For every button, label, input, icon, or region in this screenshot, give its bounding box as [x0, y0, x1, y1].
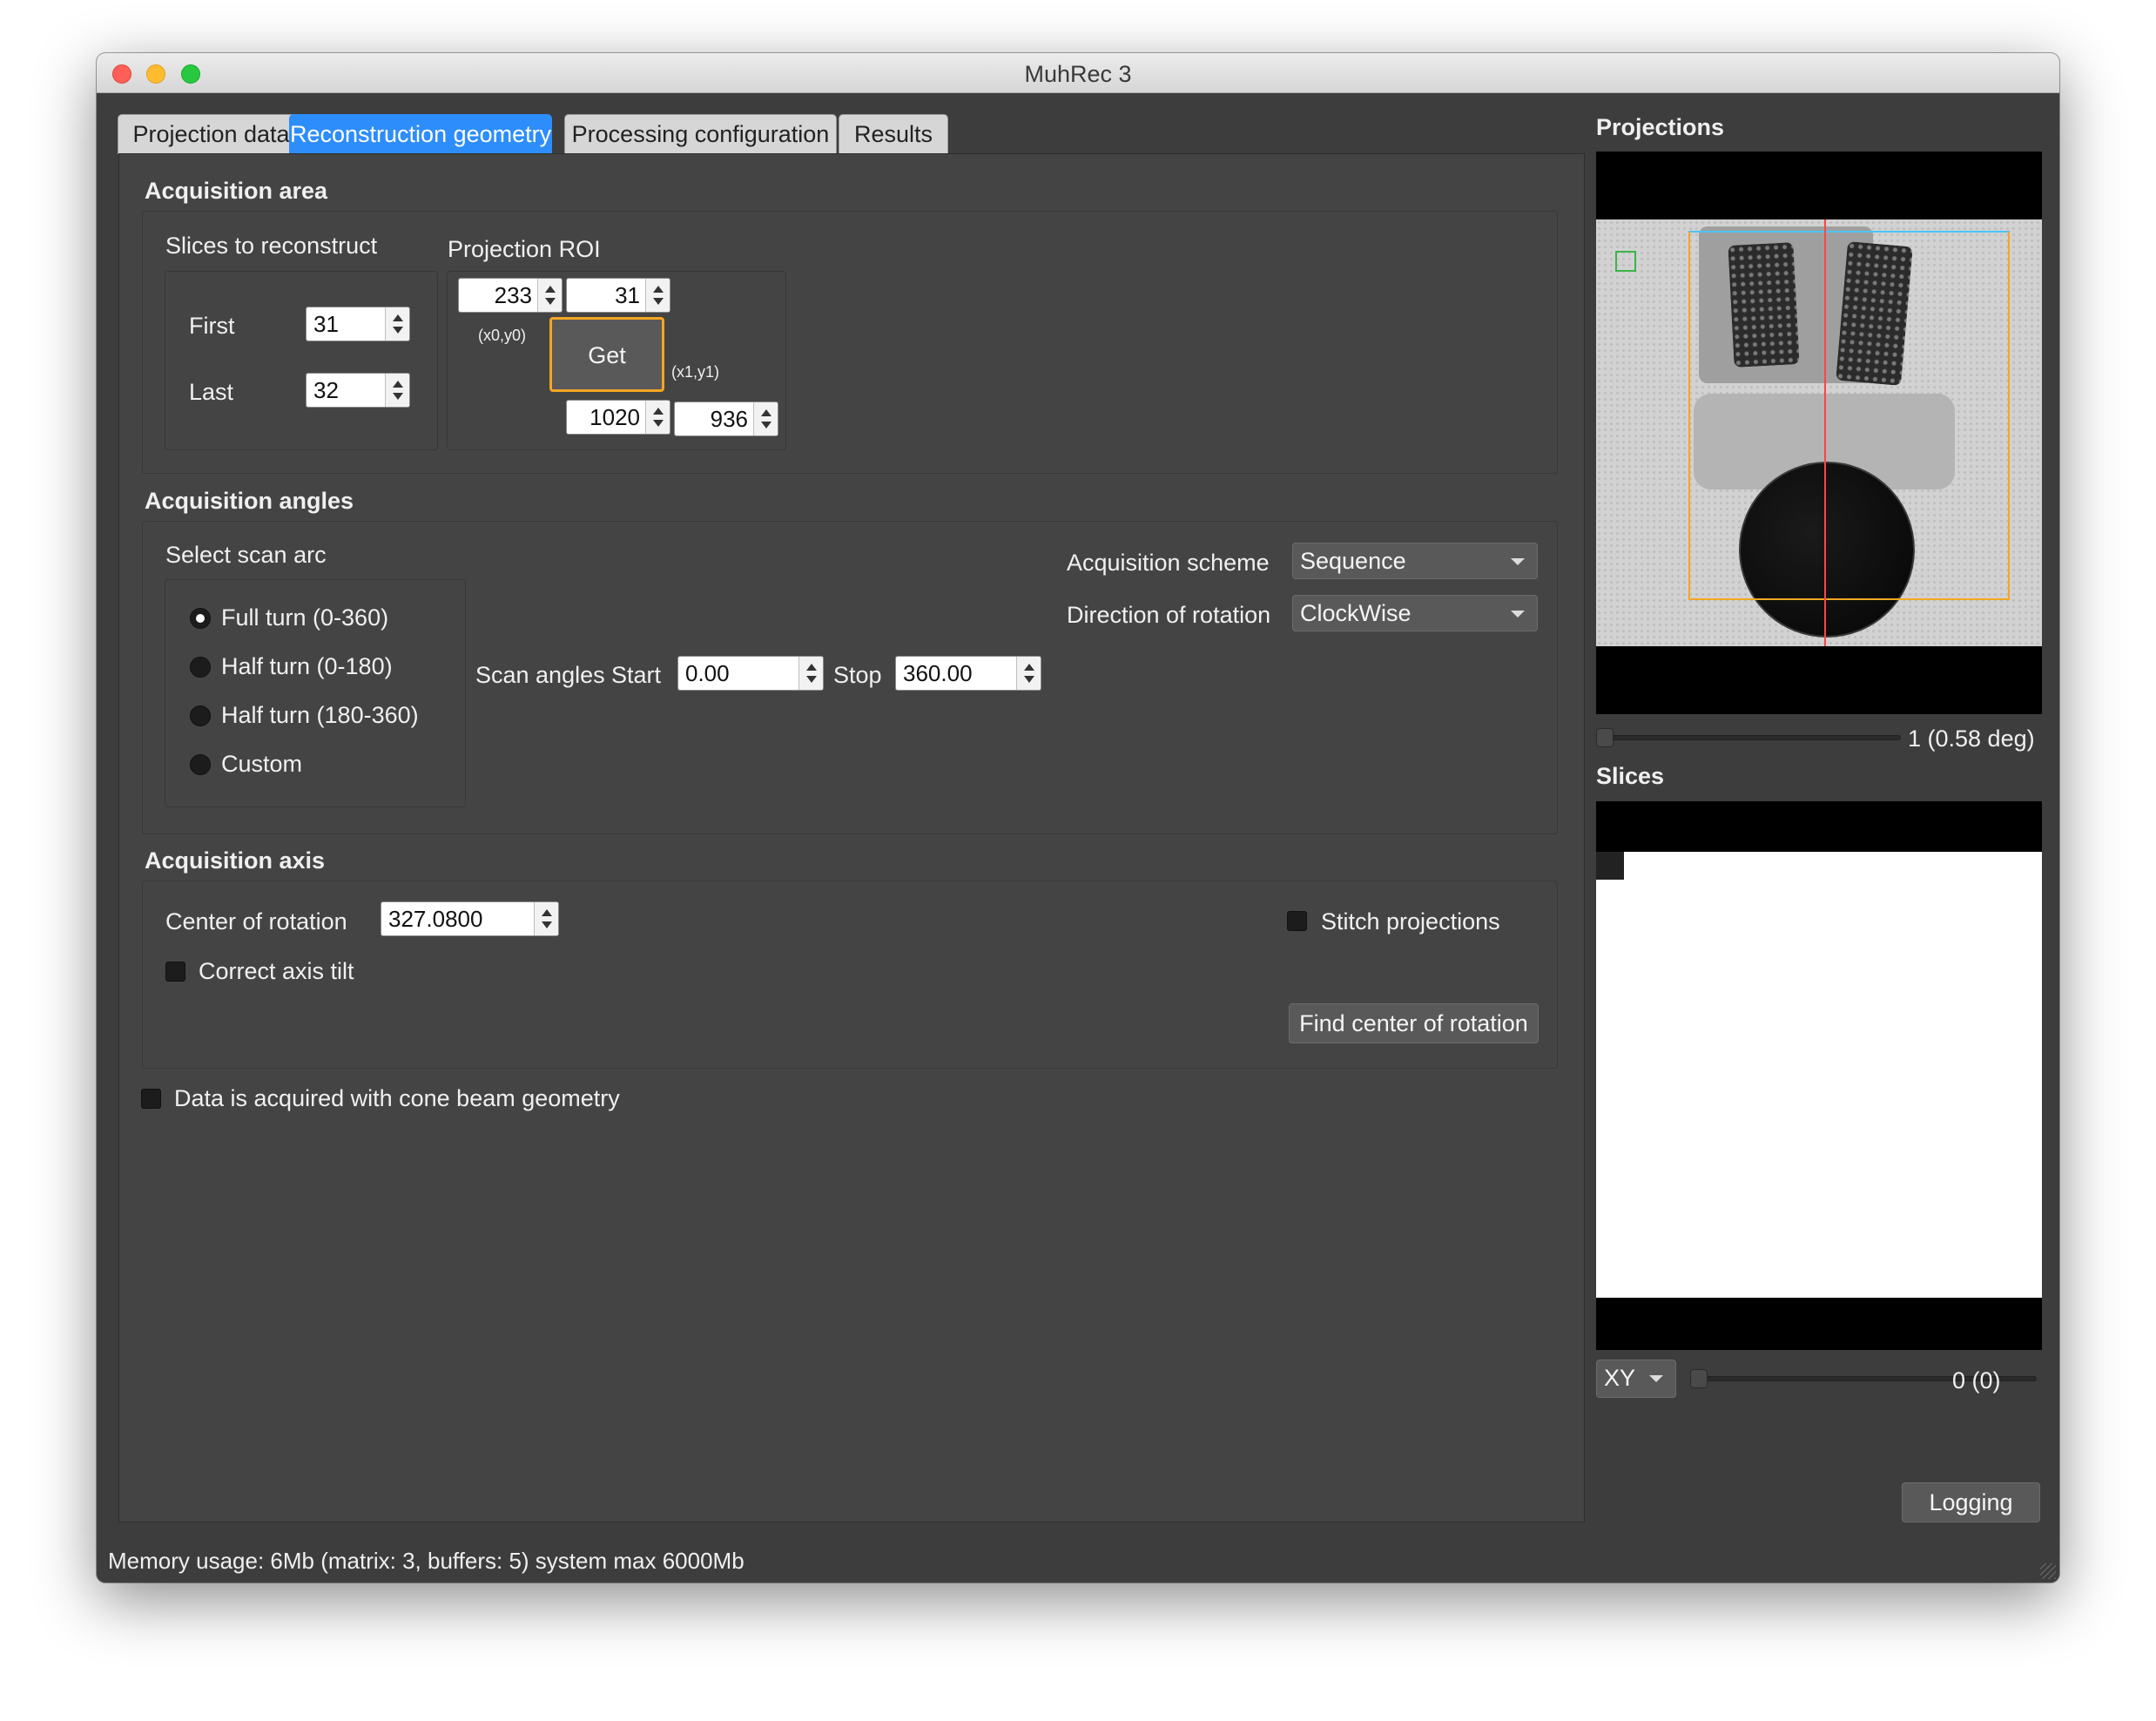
first-slice-input[interactable]: 31	[306, 307, 410, 341]
roi-rectangle	[1688, 231, 2010, 600]
custom-arc-radio[interactable]	[190, 754, 211, 775]
projection-slider-handle[interactable]	[1596, 728, 1614, 747]
last-slice-label: Last	[189, 379, 234, 405]
stop-angle-value: 360.00	[903, 660, 973, 686]
x0y0-label: (x0,y0)	[478, 327, 527, 344]
roi-x0-stepper[interactable]	[537, 279, 562, 312]
start-angle-stepper[interactable]	[798, 657, 823, 690]
stop-angle-stepper[interactable]	[1016, 657, 1041, 690]
half-turn-0-180-label[interactable]: Half turn (0-180)	[221, 653, 393, 680]
center-of-rotation-stepper[interactable]	[534, 902, 558, 935]
chevron-down-icon	[1511, 611, 1525, 618]
custom-arc-label[interactable]: Custom	[221, 751, 302, 778]
roi-y1-input[interactable]: 936	[674, 402, 778, 436]
roi-y0-value: 31	[615, 282, 640, 308]
tab-projection-data[interactable]: Projection data	[118, 114, 305, 154]
roi-x1-stepper[interactable]	[645, 401, 670, 434]
projection-viewer[interactable]	[1596, 152, 2042, 714]
resize-grip-icon[interactable]	[2040, 1563, 2056, 1579]
slice-image	[1596, 852, 2042, 1298]
direction-of-rotation-label: Direction of rotation	[1067, 602, 1271, 628]
cone-beam-checkbox[interactable]	[141, 1089, 161, 1109]
projection-slider-track[interactable]	[1598, 735, 1901, 740]
acquisition-scheme-value: Sequence	[1300, 548, 1406, 574]
acquisition-angles-title: Acquisition angles	[145, 488, 354, 514]
half-turn-180-360-radio[interactable]	[190, 705, 211, 726]
projection-roi-label: Projection ROI	[448, 236, 601, 262]
stitch-projections-label[interactable]: Stitch projections	[1321, 908, 1500, 935]
correct-axis-tilt-checkbox[interactable]	[165, 962, 185, 982]
title-bar: MuhRec 3	[97, 53, 2059, 93]
roi-x0-input[interactable]: 233	[458, 278, 563, 313]
start-angle-value: 0.00	[685, 660, 730, 686]
get-roi-button[interactable]: Get	[549, 317, 664, 392]
logging-button[interactable]: Logging	[1902, 1482, 2040, 1522]
roi-x0-value: 233	[494, 282, 532, 308]
acquisition-scheme-select[interactable]: Sequence	[1292, 543, 1538, 579]
stop-angle-input[interactable]: 360.00	[895, 656, 1041, 691]
center-of-rotation-value: 327.0800	[388, 906, 483, 932]
slice-image-corner	[1596, 852, 1624, 880]
roi-y1-stepper[interactable]	[753, 402, 778, 435]
full-turn-radio[interactable]	[190, 608, 211, 629]
x1y1-label: (x1,y1)	[671, 363, 720, 381]
center-of-rotation-label: Center of rotation	[165, 908, 347, 935]
correct-axis-tilt-label[interactable]: Correct axis tilt	[199, 958, 354, 985]
slices-to-reconstruct-label: Slices to reconstruct	[165, 233, 378, 259]
roi-x1-input[interactable]: 1020	[566, 400, 670, 435]
full-turn-label[interactable]: Full turn (0-360)	[221, 604, 388, 631]
slice-plane-value: XY	[1604, 1365, 1636, 1391]
half-turn-0-180-radio[interactable]	[190, 657, 211, 678]
center-of-rotation-line	[1824, 219, 1826, 646]
acquisition-area-title: Acquisition area	[145, 178, 328, 204]
roi-x1-value: 1020	[590, 404, 640, 430]
roi-y0-input[interactable]: 31	[566, 278, 670, 313]
direction-of-rotation-select[interactable]: ClockWise	[1292, 595, 1538, 631]
projections-title: Projections	[1596, 114, 1725, 140]
stop-angle-label: Stop	[833, 662, 882, 688]
stitch-projections-checkbox[interactable]	[1287, 911, 1307, 931]
window-title: MuhRec 3	[1024, 61, 1132, 87]
acquisition-axis-title: Acquisition axis	[145, 847, 326, 874]
scan-angles-label: Scan angles	[475, 662, 605, 688]
slice-slider-handle[interactable]	[1690, 1369, 1708, 1388]
main-window: MuhRec 3 Projection data Reconstruction …	[97, 53, 2059, 1583]
status-bar-text: Memory usage: 6Mb (matrix: 3, buffers: 5…	[108, 1548, 744, 1574]
half-turn-180-360-label[interactable]: Half turn (180-360)	[221, 702, 419, 729]
chevron-down-icon	[1511, 558, 1525, 565]
direction-of-rotation-value: ClockWise	[1300, 600, 1412, 626]
start-angle-input[interactable]: 0.00	[677, 656, 824, 691]
first-slice-label: First	[189, 313, 235, 339]
chevron-down-icon	[1649, 1375, 1663, 1382]
tab-reconstruction-geometry[interactable]: Reconstruction geometry	[289, 114, 552, 154]
cone-beam-label[interactable]: Data is acquired with cone beam geometry	[174, 1085, 620, 1112]
roi-y1-value: 936	[710, 406, 748, 432]
tab-processing-configuration[interactable]: Processing configuration	[564, 114, 837, 154]
last-slice-input[interactable]: 32	[306, 373, 410, 408]
projection-index-label: 1 (0.58 deg)	[1908, 726, 2035, 752]
slices-group	[165, 271, 438, 450]
reference-roi-marker	[1615, 251, 1636, 272]
slices-title: Slices	[1596, 763, 1665, 789]
slice-viewer[interactable]	[1596, 801, 2042, 1350]
acquisition-scheme-label: Acquisition scheme	[1067, 550, 1270, 576]
select-scan-arc-label: Select scan arc	[165, 542, 327, 568]
find-center-of-rotation-button[interactable]: Find center of rotation	[1289, 1003, 1539, 1043]
center-of-rotation-input[interactable]: 327.0800	[381, 901, 559, 936]
roi-y0-stepper[interactable]	[645, 279, 670, 312]
start-angle-label: Start	[611, 662, 662, 688]
last-slice-value: 32	[313, 377, 339, 403]
first-slice-value: 31	[313, 311, 339, 337]
last-slice-stepper[interactable]	[385, 374, 409, 407]
reconstruction-geometry-panel: Acquisition area Slices to reconstruct F…	[118, 153, 1585, 1522]
tab-results[interactable]: Results	[839, 114, 948, 154]
first-slice-stepper[interactable]	[385, 307, 409, 341]
slice-plane-select[interactable]: XY	[1596, 1360, 1676, 1398]
slice-index-label: 0 (0)	[1952, 1367, 2001, 1394]
